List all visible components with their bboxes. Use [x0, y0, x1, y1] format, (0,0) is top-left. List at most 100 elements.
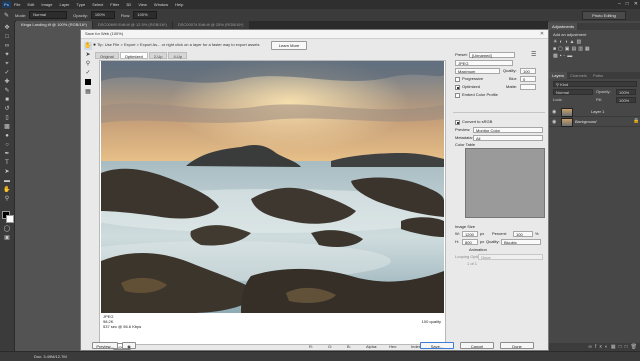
- menu-window[interactable]: Window: [154, 2, 168, 7]
- eyedropper-tool-icon[interactable]: ✓: [84, 69, 92, 77]
- menu-image[interactable]: Image: [41, 2, 52, 7]
- progressive-checkbox[interactable]: [455, 77, 460, 82]
- save-button[interactable]: Save...: [420, 342, 454, 349]
- tab-adjustments[interactable]: Adjustments: [549, 23, 578, 30]
- stamp-tool-icon[interactable]: ■: [3, 97, 11, 104]
- layer-name[interactable]: Layer 1: [591, 107, 604, 116]
- menu-3d[interactable]: 3D: [126, 2, 131, 7]
- menu-help[interactable]: Help: [175, 2, 183, 7]
- preview-area[interactable]: JPEG 98.2K 537 sec @ 56.6 Kbps 100 quali…: [99, 60, 446, 345]
- adjustment-icons-row-1[interactable]: ☀◐◑▲▧: [553, 39, 583, 45]
- path-select-tool-icon[interactable]: ➤: [3, 169, 11, 176]
- blur-field[interactable]: 0: [520, 76, 536, 82]
- layer-filter-kind[interactable]: ⚲ Kind: [553, 81, 637, 87]
- tab-paths[interactable]: Paths: [590, 72, 606, 79]
- quick-select-tool-icon[interactable]: ✦: [3, 52, 11, 59]
- color-table[interactable]: [465, 148, 545, 218]
- done-button[interactable]: Done: [500, 342, 534, 349]
- close-icon[interactable]: ✕: [538, 30, 546, 38]
- zoom-tool-icon[interactable]: ⚲: [3, 196, 11, 203]
- hand-tool-icon[interactable]: ✋: [3, 187, 11, 194]
- embed-profile-checkbox[interactable]: [455, 93, 460, 98]
- background-color-swatch[interactable]: [6, 215, 14, 223]
- format-dropdown[interactable]: JPEG: [455, 60, 513, 66]
- menu-view[interactable]: View: [138, 2, 147, 7]
- preview-button[interactable]: Preview...: [92, 342, 118, 349]
- height-field[interactable]: 800: [462, 239, 478, 245]
- close-icon[interactable]: ✕: [634, 1, 638, 7]
- tab-original[interactable]: Original: [95, 52, 119, 59]
- hand-tool-icon[interactable]: ✋: [84, 42, 92, 50]
- dodge-tool-icon[interactable]: ○: [3, 142, 11, 149]
- layer-row[interactable]: ◉ Layer 1: [549, 107, 640, 117]
- zoom-tool-icon[interactable]: ⚲: [84, 60, 92, 68]
- percent-field[interactable]: 100: [513, 231, 533, 237]
- layer-opacity-field[interactable]: 100%: [616, 89, 636, 95]
- quality-field[interactable]: 100: [520, 68, 536, 74]
- slice-select-tool-icon[interactable]: ➤: [84, 51, 92, 59]
- crop-tool-icon[interactable]: ⌖: [3, 61, 11, 68]
- learn-more-button[interactable]: Learn More: [271, 41, 307, 50]
- blend-mode-dropdown[interactable]: Normal: [553, 89, 593, 95]
- menu-select[interactable]: Select: [92, 2, 103, 7]
- pen-tool-icon[interactable]: ✒: [3, 151, 11, 158]
- history-brush-tool-icon[interactable]: ↺: [3, 106, 11, 113]
- screen-mode-icon[interactable]: ▣: [3, 235, 11, 242]
- layers-footer-icons[interactable]: ∞fx◐▦□□🗑: [549, 343, 640, 351]
- type-tool-icon[interactable]: T: [3, 160, 11, 167]
- maximize-icon[interactable]: □: [626, 1, 629, 7]
- gradient-tool-icon[interactable]: ▩: [3, 124, 11, 131]
- matte-dropdown[interactable]: [520, 84, 536, 90]
- optimized-checkbox[interactable]: [455, 85, 460, 90]
- adjustment-icons-row-2[interactable]: ■▢▣▤▥▦: [553, 46, 592, 52]
- metadata-dropdown[interactable]: All: [473, 135, 543, 141]
- layer-name[interactable]: Background: [575, 117, 596, 126]
- doc-tab[interactable]: DSC00074 Edit.tif @ 25% (RGB/16*): [172, 21, 249, 29]
- optimize-menu-icon[interactable]: ☰: [531, 51, 536, 58]
- menu-filter[interactable]: Filter: [110, 2, 119, 7]
- convert-srgb-checkbox[interactable]: [455, 120, 460, 125]
- menu-layer[interactable]: Layer: [59, 2, 69, 7]
- preset-dropdown[interactable]: [Unnamed]: [469, 52, 515, 58]
- eyedropper-color-swatch[interactable]: [85, 79, 91, 85]
- layer-fill-field[interactable]: 100%: [616, 97, 636, 103]
- tab-optimized[interactable]: Optimized: [119, 52, 148, 59]
- toggle-slices-icon[interactable]: ▦: [84, 88, 92, 96]
- adjustment-icons-row-3[interactable]: ▩▪▫▬: [553, 53, 574, 59]
- opacity-field[interactable]: 100%: [90, 11, 115, 19]
- lasso-tool-icon[interactable]: ∞: [3, 43, 11, 50]
- cancel-button[interactable]: Cancel: [460, 342, 494, 349]
- eye-icon[interactable]: ◉: [552, 119, 556, 125]
- mode-dropdown[interactable]: Normal: [29, 11, 68, 19]
- looping-options-dropdown[interactable]: Once: [478, 254, 543, 260]
- width-field[interactable]: 1200: [462, 231, 478, 237]
- menu-edit[interactable]: Edit: [27, 2, 34, 7]
- move-tool-icon[interactable]: ✥: [3, 25, 11, 32]
- quick-mask-icon[interactable]: ◯: [3, 226, 11, 233]
- preview-profile-dropdown[interactable]: Monitor Color: [473, 127, 543, 133]
- eraser-tool-icon[interactable]: ▯: [3, 115, 11, 122]
- compression-dropdown[interactable]: Maximum: [455, 68, 500, 74]
- menu-type[interactable]: Type: [77, 2, 86, 7]
- browser-icon[interactable]: ◉: [122, 342, 136, 349]
- tab-4-up[interactable]: 4-Up: [168, 52, 188, 59]
- brush-tool-icon[interactable]: ✎: [3, 88, 11, 95]
- eye-icon[interactable]: ◉: [552, 109, 556, 115]
- layer-row[interactable]: ◉ Background 🔒: [549, 117, 640, 127]
- shape-tool-icon[interactable]: ▬: [3, 178, 11, 185]
- resample-quality-dropdown[interactable]: Bicubic: [501, 239, 541, 245]
- flow-field[interactable]: 100%: [133, 11, 158, 19]
- workspace-switcher[interactable]: Photo Editing: [582, 11, 626, 20]
- doc-tab[interactable]: DSC00699 Edit.tif @ 12.5% (RGB/16*): [92, 21, 172, 29]
- seascape-photo[interactable]: [101, 61, 444, 313]
- tab-2-up[interactable]: 2-Up: [148, 52, 168, 59]
- brush-tool-icon[interactable]: ✎: [4, 12, 9, 19]
- eyedropper-tool-icon[interactable]: ✓: [3, 70, 11, 77]
- menu-file[interactable]: File: [14, 2, 20, 7]
- minimize-icon[interactable]: –: [618, 1, 621, 7]
- healing-tool-icon[interactable]: ✚: [3, 79, 11, 86]
- tab-channels[interactable]: Channels: [567, 72, 590, 79]
- doc-tab[interactable]: Kinga Landing.tif @ 100% (RGB/16*): [16, 21, 92, 29]
- marquee-tool-icon[interactable]: □: [3, 34, 11, 41]
- blur-tool-icon[interactable]: ●: [3, 133, 11, 140]
